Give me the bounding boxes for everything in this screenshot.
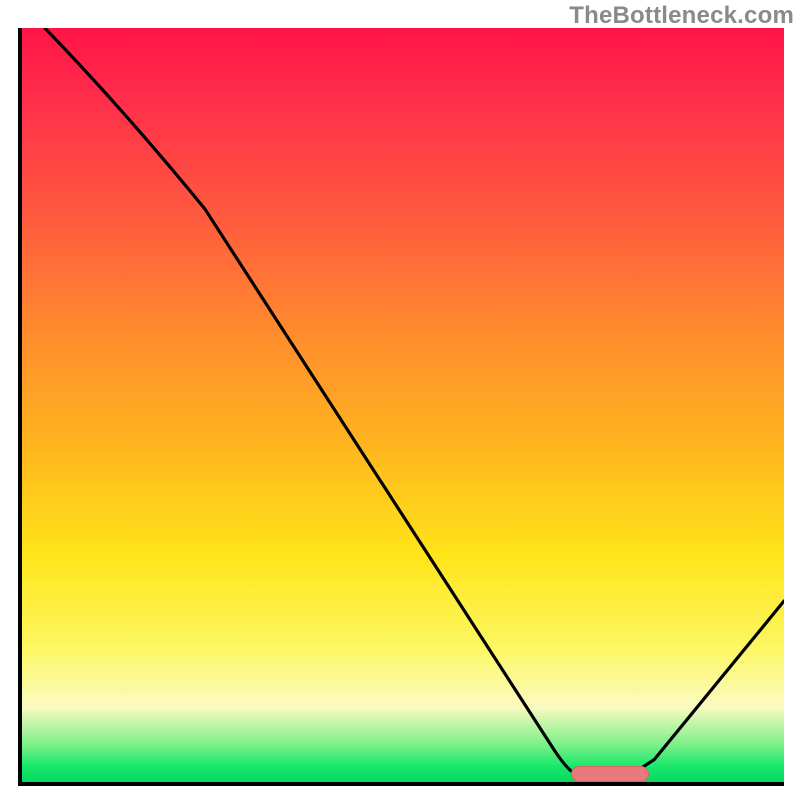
optimal-range-marker	[571, 766, 649, 782]
bottleneck-chart: TheBottleneck.com	[0, 0, 800, 800]
watermark-text: TheBottleneck.com	[569, 2, 794, 30]
plot-area	[18, 28, 784, 786]
bottleneck-curve	[22, 28, 784, 782]
